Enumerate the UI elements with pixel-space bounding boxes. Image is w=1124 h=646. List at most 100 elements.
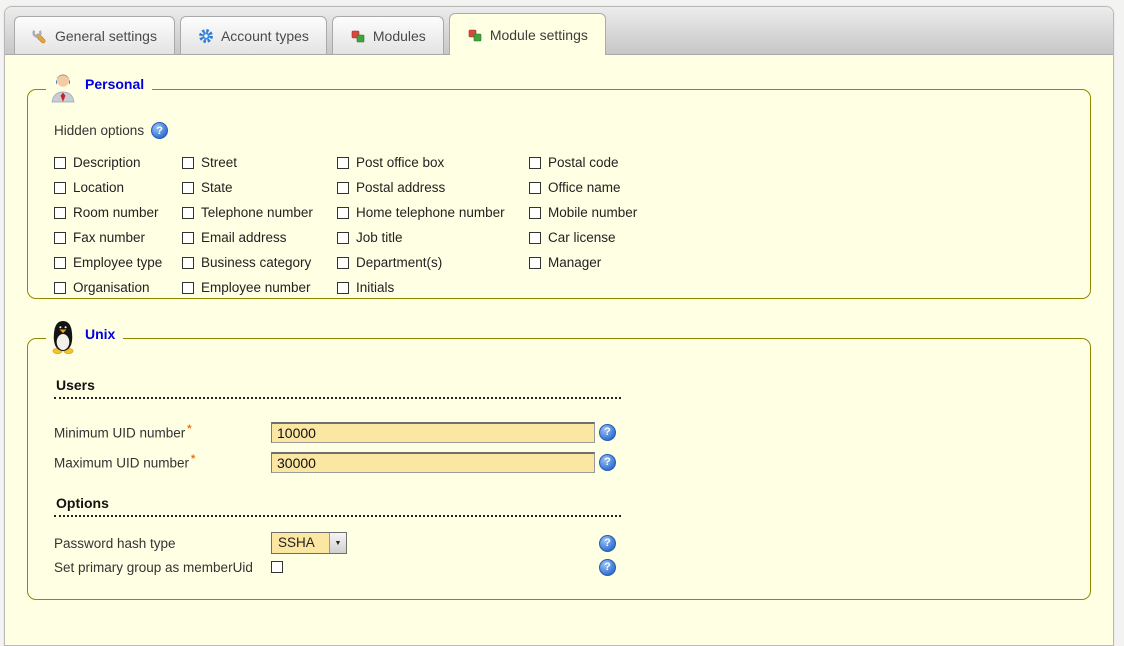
tux-icon: [50, 320, 76, 359]
modules-icon: [467, 27, 483, 43]
hidden-option[interactable]: Mobile number: [529, 205, 729, 220]
hidden-option[interactable]: Fax number: [54, 230, 182, 245]
checkbox[interactable]: [54, 257, 66, 269]
wrench-icon: [32, 28, 48, 44]
hidden-option[interactable]: Car license: [529, 230, 729, 245]
checkbox[interactable]: [529, 232, 541, 244]
hidden-option[interactable]: Postal address: [337, 180, 529, 195]
help-icon[interactable]: ?: [599, 559, 616, 576]
checkbox-label: Home telephone number: [356, 205, 505, 220]
help-icon[interactable]: ?: [599, 454, 616, 471]
checkbox-label: Car license: [548, 230, 616, 245]
hidden-option[interactable]: Street: [182, 155, 337, 170]
hidden-option[interactable]: Description: [54, 155, 182, 170]
hidden-option[interactable]: Job title: [337, 230, 529, 245]
options-section-title: Options: [54, 495, 621, 517]
person-icon: [50, 71, 76, 108]
checkbox-label: Organisation: [73, 280, 150, 295]
checkbox[interactable]: [337, 157, 349, 169]
max-uid-label: Maximum UID number*: [54, 453, 271, 471]
checkbox[interactable]: [529, 257, 541, 269]
hidden-option[interactable]: Post office box: [337, 155, 529, 170]
unix-legend: Unix: [46, 316, 123, 355]
max-uid-row: Maximum UID number* ?: [54, 447, 1070, 477]
hidden-option[interactable]: Office name: [529, 180, 729, 195]
checkbox-label: Postal address: [356, 180, 445, 195]
checkbox[interactable]: [182, 157, 194, 169]
hidden-option[interactable]: Location: [54, 180, 182, 195]
checkbox[interactable]: [182, 257, 194, 269]
checkbox[interactable]: [182, 182, 194, 194]
checkbox[interactable]: [337, 182, 349, 194]
selected-value: SSHA: [272, 533, 329, 553]
hidden-option[interactable]: Manager: [529, 255, 729, 270]
gear-icon: [198, 28, 214, 44]
checkbox[interactable]: [182, 232, 194, 244]
checkbox[interactable]: [54, 207, 66, 219]
checkbox[interactable]: [337, 207, 349, 219]
personal-legend-label: Personal: [85, 76, 144, 92]
tab-modules[interactable]: Modules: [332, 16, 444, 54]
hidden-option[interactable]: Initials: [337, 280, 529, 295]
hidden-option[interactable]: State: [182, 180, 337, 195]
modules-icon: [350, 28, 366, 44]
hidden-option[interactable]: Organisation: [54, 280, 182, 295]
checkbox-label: Job title: [356, 230, 403, 245]
module-settings-panel: Personal Hidden options ? Description St…: [5, 89, 1113, 600]
checkbox[interactable]: [529, 182, 541, 194]
max-uid-input[interactable]: [271, 452, 595, 473]
checkbox[interactable]: [337, 257, 349, 269]
checkbox-label: Post office box: [356, 155, 444, 170]
checkbox[interactable]: [54, 182, 66, 194]
tab-label: Module settings: [490, 27, 588, 43]
min-uid-label: Minimum UID number*: [54, 423, 271, 441]
users-section-title: Users: [54, 377, 621, 399]
checkbox-label: Description: [73, 155, 141, 170]
hidden-option[interactable]: Home telephone number: [337, 205, 529, 220]
settings-window: General settings Account types Modules: [4, 6, 1114, 646]
hidden-option[interactable]: Employee type: [54, 255, 182, 270]
member-uid-checkbox[interactable]: [271, 561, 283, 573]
password-hash-select[interactable]: SSHA ▼: [271, 532, 347, 554]
checkbox[interactable]: [337, 282, 349, 294]
personal-legend: Personal: [46, 67, 152, 104]
hidden-option[interactable]: Business category: [182, 255, 337, 270]
chevron-down-icon[interactable]: ▼: [329, 533, 346, 553]
checkbox-label: Employee type: [73, 255, 162, 270]
hidden-option[interactable]: Postal code: [529, 155, 729, 170]
checkbox-label: Postal code: [548, 155, 619, 170]
required-icon: *: [187, 423, 191, 435]
hidden-options-grid: Description Street Post office box Posta…: [54, 155, 1070, 295]
checkbox-label: Street: [201, 155, 237, 170]
hidden-option[interactable]: Employee number: [182, 280, 337, 295]
hidden-option[interactable]: Telephone number: [182, 205, 337, 220]
tab-account-types[interactable]: Account types: [180, 16, 327, 54]
tab-label: General settings: [55, 28, 157, 44]
member-uid-label: Set primary group as memberUid: [54, 560, 271, 575]
tab-module-settings[interactable]: Module settings: [449, 13, 606, 55]
checkbox[interactable]: [54, 282, 66, 294]
checkbox[interactable]: [529, 157, 541, 169]
help-icon[interactable]: ?: [151, 122, 168, 139]
checkbox[interactable]: [182, 282, 194, 294]
tab-general-settings[interactable]: General settings: [14, 16, 175, 54]
required-icon: *: [191, 453, 195, 465]
checkbox[interactable]: [54, 232, 66, 244]
checkbox[interactable]: [182, 207, 194, 219]
checkbox[interactable]: [529, 207, 541, 219]
hidden-option[interactable]: Department(s): [337, 255, 529, 270]
help-icon[interactable]: ?: [599, 535, 616, 552]
checkbox-label: Manager: [548, 255, 601, 270]
checkbox[interactable]: [337, 232, 349, 244]
min-uid-input[interactable]: [271, 422, 595, 443]
hidden-option[interactable]: Room number: [54, 205, 182, 220]
checkbox-label: Location: [73, 180, 124, 195]
checkbox[interactable]: [54, 157, 66, 169]
help-icon[interactable]: ?: [599, 424, 616, 441]
member-uid-row: Set primary group as memberUid ?: [54, 555, 1070, 579]
checkbox-label: Department(s): [356, 255, 442, 270]
checkbox-label: Initials: [356, 280, 394, 295]
hidden-option[interactable]: Email address: [182, 230, 337, 245]
checkbox-label: Business category: [201, 255, 311, 270]
hidden-options-label: Hidden options: [54, 123, 144, 138]
